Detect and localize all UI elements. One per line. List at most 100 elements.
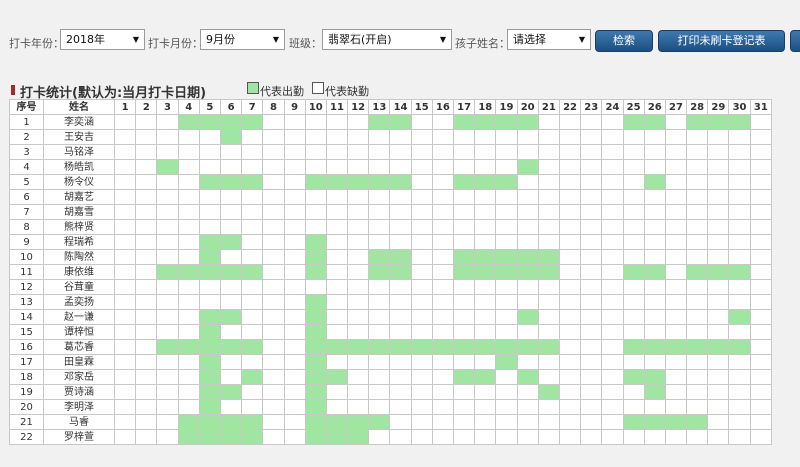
day-cell-absent [241,354,264,370]
child-name: 孟奕扬 [42,294,116,310]
day-cell-absent [516,429,539,445]
class-select[interactable]: 翡翠石(开启) ▼ [322,29,452,50]
child-name: 熊梓贤 [42,219,116,235]
day-cell-present [474,369,497,385]
day-cell-absent [580,429,603,445]
year-select[interactable]: 2018年 ▼ [60,29,145,50]
day-cell-absent [177,174,200,190]
day-cell-present [453,339,476,355]
day-cell-absent [749,279,773,295]
day-cell-absent [453,384,476,400]
header-day: 31 [749,99,773,115]
day-cell-absent [643,354,666,370]
day-cell-absent [495,204,518,220]
day-cell-absent [283,384,306,400]
day-cell-absent [177,144,200,160]
day-cell-present [156,264,179,280]
header-name: 姓名 [42,99,116,115]
month-select[interactable]: 9月份 ▼ [200,29,285,50]
day-cell-present [686,414,709,430]
day-cell-absent [325,249,349,265]
header-day: 8 [262,99,285,115]
day-cell-absent [368,429,391,445]
legend-absent-label: 代表缺勤 [325,85,369,98]
day-cell-absent [453,219,476,235]
table-header-row: 序号 姓名 1 2 3 4 5 6 7 8 9 10 11 12 13 14 15 16 17 18 19 20 21 22 2… [9,99,773,115]
day-cell-present [686,114,709,130]
day-cell-absent [474,204,497,220]
day-cell-absent [495,129,518,145]
day-cell-absent [389,369,412,385]
day-cell-absent [283,354,306,370]
day-cell-absent [156,144,179,160]
day-cell-absent [389,189,412,205]
day-cell-absent [135,279,158,295]
table-row: 7 胡嘉雪 [9,204,773,220]
day-cell-absent [749,414,773,430]
day-cell-absent [516,279,539,295]
day-cell-absent [580,414,603,430]
day-cell-absent [643,204,666,220]
day-cell-absent [114,354,137,370]
day-cell-absent [283,234,306,250]
day-cell-absent [686,324,709,340]
day-cell-absent [749,339,773,355]
day-cell-present [474,114,497,130]
day-cell-present [198,399,221,415]
day-cell-present [219,114,243,130]
table-row: 2 王安吉 [9,129,773,145]
row-number: 2 [9,129,44,145]
row-number: 21 [9,414,44,430]
day-cell-absent [537,429,560,445]
day-cell-absent [431,399,455,415]
day-cell-absent [601,219,624,235]
search-button[interactable]: 检索 [595,30,653,52]
day-cell-absent [664,129,688,145]
day-cell-present [495,114,518,130]
day-cell-absent [558,219,582,235]
day-cell-absent [453,204,476,220]
day-cell-present [495,249,518,265]
day-cell-absent [368,369,391,385]
day-cell-absent [580,144,603,160]
day-cell-absent [114,129,137,145]
day-cell-present [622,414,645,430]
day-cell-absent [707,354,730,370]
day-cell-present [686,339,709,355]
header-day: 12 [347,99,370,115]
day-cell-absent [707,324,730,340]
day-cell-absent [283,264,306,280]
day-cell-present [219,309,243,325]
day-cell-absent [114,294,137,310]
day-cell-absent [728,369,751,385]
day-cell-absent [558,339,582,355]
day-cell-absent [135,354,158,370]
day-cell-absent [368,384,391,400]
day-cell-absent [749,234,773,250]
extra-button[interactable] [790,30,800,52]
day-cell-absent [198,159,221,175]
day-cell-absent [601,369,624,385]
day-cell-absent [241,294,264,310]
child-name: 胡嘉雪 [42,204,116,220]
row-number: 22 [9,429,44,445]
day-cell-absent [262,264,285,280]
day-cell-absent [474,294,497,310]
day-cell-absent [262,204,285,220]
day-cell-absent [283,414,306,430]
day-cell-present [728,264,751,280]
day-cell-absent [262,249,285,265]
day-cell-present [537,249,560,265]
day-cell-absent [516,384,539,400]
day-cell-present [474,264,497,280]
day-cell-absent [749,174,773,190]
day-cell-absent [749,189,773,205]
day-cell-absent [304,114,327,130]
print-button[interactable]: 打印未刷卡登记表 [658,30,785,52]
day-cell-absent [135,384,158,400]
day-cell-present [198,234,221,250]
day-cell-present [198,114,221,130]
day-cell-absent [474,219,497,235]
child-select[interactable]: 请选择 ▼ [507,29,591,50]
day-cell-absent [558,399,582,415]
